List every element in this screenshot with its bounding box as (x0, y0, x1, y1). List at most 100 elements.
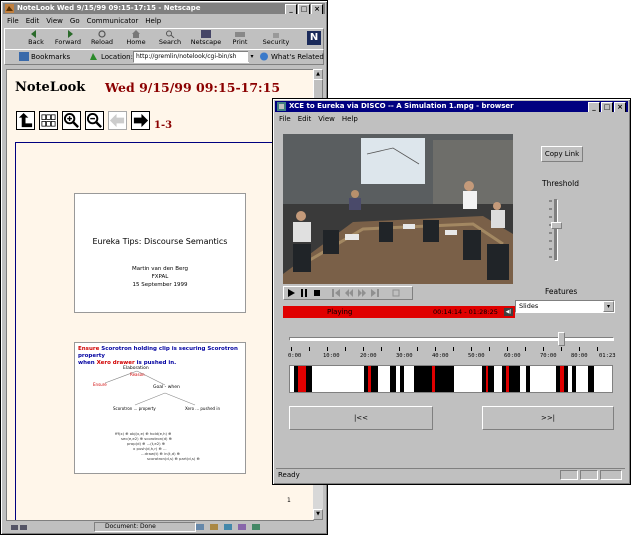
threshold-thumb[interactable] (551, 222, 562, 229)
zoom-out-icon (86, 112, 102, 128)
position-slider[interactable] (289, 332, 614, 346)
netscape-n-icon (201, 30, 211, 38)
play-icon[interactable] (287, 289, 295, 297)
ruler-label: 01:23 (599, 353, 616, 359)
ruler-label: 30:00 (396, 353, 413, 359)
copy-link-button[interactable]: Copy Link (541, 146, 583, 162)
ruler-tick (561, 347, 562, 351)
menu-communicator[interactable]: Communicator (87, 16, 139, 26)
menu-file[interactable]: File (7, 16, 19, 26)
back-button[interactable]: Back (19, 29, 53, 47)
previous-segment-button[interactable]: |<< (289, 406, 433, 430)
slide2-heading-ensure: Ensure (78, 346, 100, 352)
menu-help[interactable]: Help (145, 16, 161, 26)
slide-thumbnail-1[interactable]: Eureka Tips: Discourse Semantics Martin … (74, 193, 246, 313)
ruler-label: 60:00 (504, 353, 521, 359)
netscape-title-bar[interactable]: NoteLook Wed 9/15/99 09:15-17:15 - Netsc… (3, 3, 325, 14)
left-arrow-icon (109, 113, 125, 128)
close-button[interactable]: × (311, 4, 323, 14)
player-menu-file[interactable]: File (279, 114, 291, 124)
time-display: 00:14:14 - 01:28:25 (433, 308, 498, 316)
home-button[interactable]: Home (119, 29, 153, 47)
reload-button[interactable]: Reload (85, 29, 119, 47)
video-player-window: XCE to Eureka via DISCO -- A Simulation … (272, 98, 631, 485)
location-label: Location: (101, 53, 133, 61)
discourse-tree-diagram (104, 370, 196, 406)
zoom-in-icon (63, 112, 79, 128)
forward-button[interactable]: Forward (51, 29, 85, 47)
status-panel-3 (600, 470, 622, 480)
whats-related-icon (260, 52, 268, 61)
playback-controls (283, 286, 413, 300)
notelook-zoom-in-button[interactable] (62, 111, 81, 130)
features-selected-value: Slides (519, 302, 539, 310)
print-button[interactable]: Print (223, 29, 257, 47)
ruler-tick (345, 347, 346, 351)
stop-icon[interactable] (313, 289, 321, 297)
player-menu-help[interactable]: Help (342, 114, 358, 124)
player-title: XCE to Eureka via DISCO -- A Simulation … (289, 102, 514, 110)
menu-go[interactable]: Go (70, 16, 80, 26)
player-menu-edit[interactable]: Edit (298, 114, 312, 124)
fullscreen-icon[interactable] (392, 289, 400, 297)
location-toolbar: Bookmarks Location: http://gremlin/notel… (4, 49, 324, 65)
feature-timeline[interactable] (289, 365, 613, 393)
video-frame[interactable] (283, 134, 513, 284)
feature-highlight (368, 366, 371, 392)
menu-view[interactable]: View (46, 16, 63, 26)
netscape-button[interactable]: Netscape (189, 29, 223, 47)
player-minimize-button[interactable]: _ (588, 102, 600, 112)
volume-icon[interactable]: ◀) (504, 308, 513, 316)
feature-highlight (506, 366, 509, 392)
ruler-tick (525, 347, 526, 351)
features-dropdown-button[interactable]: ▾ (603, 301, 614, 312)
slide-thumbnail-2[interactable]: Ensure Scorotron holding clip is securin… (74, 342, 246, 474)
page-number: 1 (287, 497, 291, 504)
ruler-tick (381, 347, 382, 351)
scroll-down-button[interactable]: ▼ (313, 509, 323, 520)
back-arrow-icon (31, 30, 36, 38)
menu-edit[interactable]: Edit (26, 16, 40, 26)
feature-segment (588, 366, 594, 392)
bookmarks-label[interactable]: Bookmarks (31, 53, 70, 61)
ruler-tick (435, 347, 436, 351)
feature-segment (482, 366, 494, 392)
player-title-bar[interactable]: XCE to Eureka via DISCO -- A Simulation … (275, 101, 628, 112)
fast-forward-icon[interactable] (358, 289, 366, 297)
maximize-button[interactable]: □ (298, 4, 310, 14)
tree-node-left: Scorotron ... property (113, 406, 156, 411)
meeting-room-video-image (283, 134, 513, 284)
search-button[interactable]: Search (153, 29, 187, 47)
rewind-icon[interactable] (345, 289, 353, 297)
player-close-button[interactable]: × (614, 102, 626, 112)
position-thumb[interactable] (558, 332, 565, 346)
location-input[interactable]: http://gremlin/notelook/cgi-bin/sh (133, 51, 249, 63)
minimize-button[interactable]: _ (285, 4, 297, 14)
navigation-toolbar: Back Forward Reload Home Search Netscape… (4, 28, 324, 50)
ruler-label: 50:00 (468, 353, 485, 359)
whats-related-label[interactable]: What's Related (271, 53, 324, 61)
notelook-grid-button[interactable] (39, 111, 58, 130)
ruler-tick (327, 347, 328, 351)
skip-start-icon[interactable] (332, 289, 340, 297)
threshold-track (554, 199, 558, 261)
player-maximize-button[interactable]: □ (601, 102, 613, 112)
desktop: { "browser": { "title": "NoteLook Wed 9/… (0, 0, 631, 535)
notelook-prev-button[interactable] (108, 111, 127, 130)
pause-icon[interactable] (300, 289, 308, 297)
location-dropdown-button[interactable]: ▾ (248, 51, 256, 62)
feature-segment (572, 366, 576, 392)
security-button[interactable]: Security (259, 29, 293, 47)
timeline-ruler: 0:00 10:00 20:00 30:00 40:00 50:00 60:00… (288, 347, 616, 361)
features-select[interactable]: Slides ▾ (515, 300, 615, 313)
status-panel-1 (560, 470, 578, 480)
skip-end-icon[interactable] (371, 289, 379, 297)
next-segment-button[interactable]: >>| (482, 406, 614, 430)
player-menu-view[interactable]: View (318, 114, 335, 124)
ruler-tick (309, 347, 310, 351)
notelook-next-button[interactable] (131, 111, 150, 130)
notelook-up-button[interactable] (16, 111, 35, 130)
notelook-zoom-out-button[interactable] (85, 111, 104, 130)
threshold-slider[interactable] (549, 199, 563, 261)
slide-author: Martin van den Berg (131, 266, 189, 272)
